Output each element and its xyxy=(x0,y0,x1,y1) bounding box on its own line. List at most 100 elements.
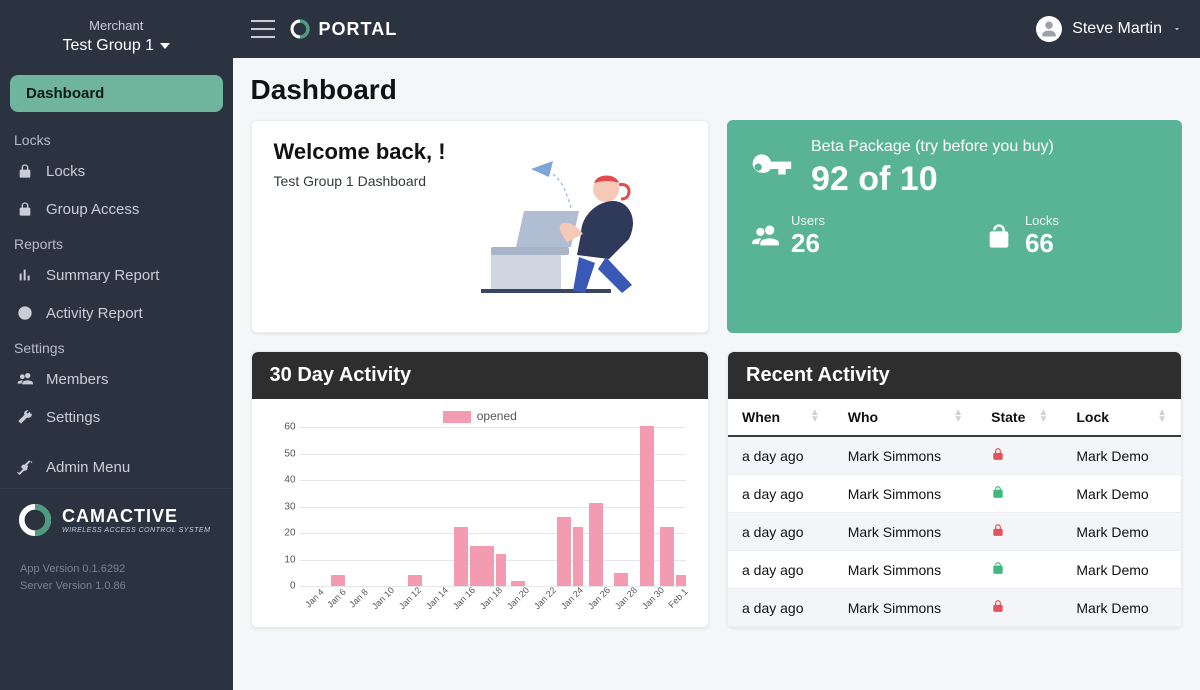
col-lock[interactable]: Lock▲▼ xyxy=(1062,399,1181,436)
sidebar-item-group-access[interactable]: Group Access xyxy=(0,190,233,228)
group-access-label: Group Access xyxy=(46,201,139,218)
sidebar-item-activity-report[interactable]: Activity Report xyxy=(0,294,233,332)
cell-state xyxy=(977,475,1062,513)
section-settings: Settings xyxy=(0,332,233,360)
xtick: Feb 1 xyxy=(666,587,689,610)
table-row[interactable]: a day agoMark SimmonsMark Demo xyxy=(728,475,1181,513)
bar xyxy=(331,575,345,586)
welcome-illustration xyxy=(456,139,686,314)
portal-logo[interactable]: PORTAL xyxy=(289,18,398,40)
cell-lock: Mark Demo xyxy=(1062,513,1181,551)
locked-icon xyxy=(991,448,1005,464)
wrench-icon xyxy=(16,408,34,426)
ytick: 30 xyxy=(270,501,296,512)
ytick: 20 xyxy=(270,528,296,539)
portal-title: PORTAL xyxy=(319,19,398,40)
xtick: Jan 10 xyxy=(370,585,396,611)
cell-when: a day ago xyxy=(728,436,834,475)
ytick: 0 xyxy=(270,581,296,592)
sort-icon: ▲▼ xyxy=(1038,409,1048,423)
lock-icon xyxy=(16,200,34,218)
xtick: Jan 14 xyxy=(424,585,450,611)
chart-legend: opened xyxy=(266,409,694,423)
sidebar-item-admin-menu[interactable]: Admin Menu xyxy=(0,448,233,486)
users-icon xyxy=(16,370,34,388)
chart-plot: 0102030405060 xyxy=(300,427,686,587)
recent-activity-table: When▲▼ Who▲▼ State▲▼ Lock▲▼ a day agoMar… xyxy=(728,399,1181,627)
chevron-down-icon xyxy=(1172,24,1182,34)
sidebar-item-dashboard[interactable]: Dashboard xyxy=(10,75,223,112)
sort-icon: ▲▼ xyxy=(1157,409,1167,423)
server-version: Server Version 1.0.86 xyxy=(20,578,213,595)
cell-who: Mark Simmons xyxy=(834,551,977,589)
sort-icon: ▲▼ xyxy=(953,409,963,423)
xtick: Jan 12 xyxy=(397,585,423,611)
menu-toggle-button[interactable] xyxy=(251,20,275,38)
cell-lock: Mark Demo xyxy=(1062,589,1181,627)
legend-swatch xyxy=(443,411,471,423)
recent-activity-card: Recent Activity When▲▼ Who▲▼ State▲▼ Loc… xyxy=(727,351,1182,628)
chart-card: 30 Day Activity opened 0102030405060 Jan… xyxy=(251,351,709,628)
unlocked-icon xyxy=(991,486,1005,502)
legend-label: opened xyxy=(477,409,517,423)
chart-xticks: Jan 4Jan 6Jan 8Jan 10Jan 12Jan 14Jan 16J… xyxy=(300,589,686,599)
portal-ring-icon xyxy=(289,18,311,40)
recent-title: Recent Activity xyxy=(728,352,1181,399)
cell-when: a day ago xyxy=(728,589,834,627)
col-state[interactable]: State▲▼ xyxy=(977,399,1062,436)
xtick: Jan 30 xyxy=(640,585,666,611)
col-when[interactable]: When▲▼ xyxy=(728,399,834,436)
welcome-sub: Test Group 1 Dashboard xyxy=(274,173,446,189)
sidebar-item-locks[interactable]: Locks xyxy=(0,152,233,190)
sidebar-item-summary-report[interactable]: Summary Report xyxy=(0,256,233,294)
table-row[interactable]: a day agoMark SimmonsMark Demo xyxy=(728,551,1181,589)
xtick: Jan 4 xyxy=(303,587,326,610)
sidebar-item-members[interactable]: Members xyxy=(0,360,233,398)
table-row[interactable]: a day agoMark Simmons Mark Demo xyxy=(728,513,1181,551)
cell-when: a day ago xyxy=(728,513,834,551)
cell-state xyxy=(977,551,1062,589)
brand-ring-icon xyxy=(18,503,52,537)
locked-icon xyxy=(991,524,1005,540)
xtick: Jan 16 xyxy=(451,585,477,611)
locked-icon xyxy=(991,600,1005,616)
table-row[interactable]: a day agoMark Simmons Mark Demo xyxy=(728,589,1181,627)
caret-down-icon xyxy=(160,43,170,49)
xtick: Jan 24 xyxy=(559,585,585,611)
locks-label: Locks xyxy=(1025,213,1059,228)
lock-icon xyxy=(16,162,34,180)
cell-state xyxy=(977,589,1062,627)
cell-lock: Mark Demo xyxy=(1062,551,1181,589)
locks-value: 66 xyxy=(1025,228,1059,259)
tools-icon xyxy=(16,458,34,476)
bar xyxy=(454,527,468,586)
ytick: 50 xyxy=(270,448,296,459)
table-row[interactable]: a day agoMark SimmonsMark Demo xyxy=(728,436,1181,475)
xtick: Jan 20 xyxy=(505,585,531,611)
cell-who: Mark Simmons xyxy=(834,436,977,475)
bar xyxy=(614,573,628,586)
package-name: Beta Package (try before you buy) xyxy=(811,138,1054,156)
merchant-switcher[interactable]: Merchant Test Group 1 xyxy=(0,10,233,71)
topbar: PORTAL Steve Martin xyxy=(233,0,1200,58)
sidebar-item-settings[interactable]: Settings xyxy=(0,398,233,436)
cell-lock: Mark Demo xyxy=(1062,475,1181,513)
cell-who: Mark Simmons xyxy=(834,589,977,627)
col-who[interactable]: Who▲▼ xyxy=(834,399,977,436)
cell-who: Mark Simmons xyxy=(834,475,977,513)
brand-tagline: WIRELESS ACCESS CONTROL SYSTEM xyxy=(62,527,210,534)
members-label: Members xyxy=(46,371,109,388)
bar xyxy=(660,527,674,586)
bar xyxy=(557,517,571,586)
brand-name: CAMACTIVE xyxy=(62,506,210,527)
user-menu[interactable]: Steve Martin xyxy=(1036,16,1182,42)
clock-icon xyxy=(16,304,34,322)
page-title: Dashboard xyxy=(251,74,1182,106)
dashboard-label: Dashboard xyxy=(26,85,104,102)
sort-icon: ▲▼ xyxy=(810,409,820,423)
key-icon xyxy=(749,147,793,191)
cell-who: Mark Simmons xyxy=(834,513,977,551)
merchant-label: Merchant xyxy=(10,18,223,33)
xtick: Jan 28 xyxy=(613,585,639,611)
xtick: Jan 26 xyxy=(586,585,612,611)
